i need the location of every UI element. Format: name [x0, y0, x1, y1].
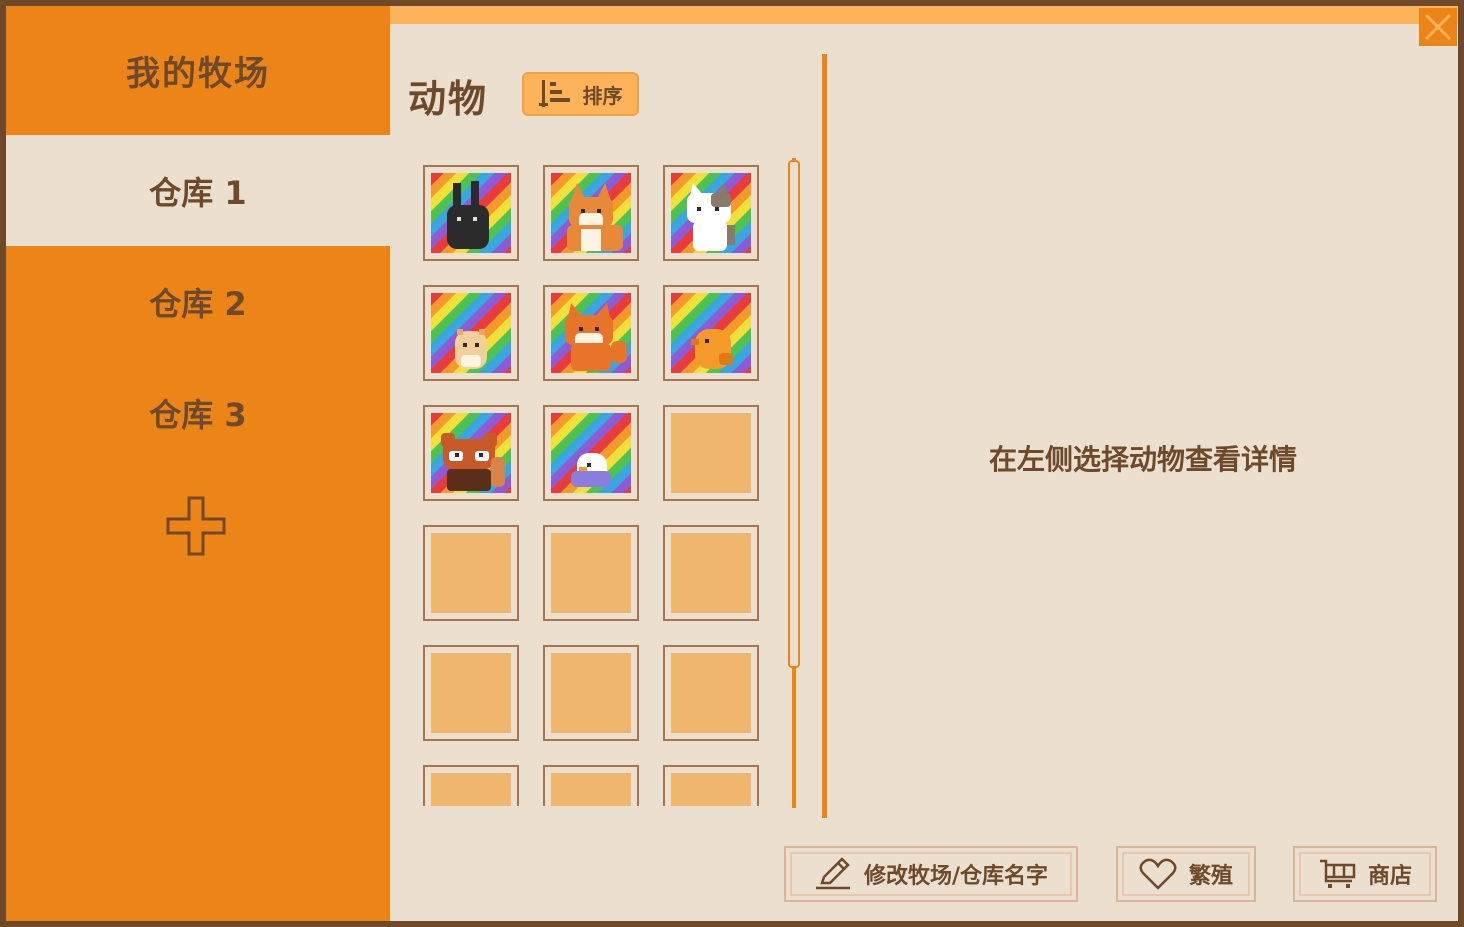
animal-grid [416, 158, 776, 806]
shop-button[interactable]: 商店 [1293, 846, 1437, 902]
calico-cat-sprite [687, 183, 735, 251]
animal-list-scrollbar[interactable] [788, 158, 800, 808]
farm-title: 我的牧场 [126, 54, 270, 94]
warehouse-tab-label: 仓库 3 [149, 395, 247, 434]
empty-slot[interactable] [663, 525, 759, 621]
warehouse-tab-label: 仓库 1 [149, 173, 247, 212]
fox-sprite [565, 303, 627, 371]
empty-slot[interactable] [663, 765, 759, 806]
red-panda-sprite [441, 433, 505, 491]
sort-label: 排序 [582, 83, 623, 108]
warehouse-tab-1[interactable]: 仓库 1 [6, 135, 390, 246]
empty-slot[interactable] [423, 525, 519, 621]
rename-button[interactable]: 修改牧场/仓库名字 [784, 846, 1078, 902]
empty-slot[interactable] [543, 765, 639, 806]
top-bar [390, 6, 1458, 24]
animal-slot[interactable] [543, 165, 639, 261]
rename-label: 修改牧场/仓库名字 [863, 864, 1049, 889]
empty-slot[interactable] [423, 645, 519, 741]
pencil-icon [815, 857, 850, 890]
scrollbar-thumb[interactable] [788, 160, 800, 668]
sort-bars-icon [538, 80, 570, 107]
animal-slot[interactable] [543, 405, 639, 501]
animal-slot[interactable] [423, 165, 519, 261]
animals-title: 动物 [408, 77, 489, 121]
empty-slot[interactable] [663, 405, 759, 501]
shop-label: 商店 [1367, 864, 1412, 889]
panel-divider [822, 54, 827, 818]
plus-icon [166, 496, 226, 556]
orange-chick-sprite [691, 329, 733, 369]
bluebird-sprite [571, 453, 611, 487]
animal-slot[interactable] [663, 165, 759, 261]
warehouse-sidebar: 我的牧场 仓库 1 仓库 2 仓库 3 [6, 6, 390, 921]
warehouse-tab-3[interactable]: 仓库 3 [6, 357, 390, 468]
breed-label: 繁殖 [1188, 864, 1233, 889]
heart-icon [1139, 858, 1177, 890]
animal-slot[interactable] [423, 285, 519, 381]
cart-icon [1319, 859, 1356, 888]
close-button[interactable] [1419, 8, 1457, 46]
sort-button[interactable]: 排序 [522, 72, 639, 116]
close-icon [1424, 13, 1452, 41]
warehouse-tab-label: 仓库 2 [149, 284, 247, 323]
empty-slot[interactable] [663, 645, 759, 741]
black-rabbit-sprite [447, 181, 489, 249]
breed-button[interactable]: 繁殖 [1116, 846, 1256, 902]
empty-slot[interactable] [543, 525, 639, 621]
ranch-window: 我的牧场 仓库 1 仓库 2 仓库 3 动物 排序 在左侧选择动物查看详情 修改… [6, 6, 1458, 921]
hamster-sprite [455, 329, 487, 369]
details-hint: 在左侧选择动物查看详情 [988, 443, 1297, 476]
corgi-sprite [567, 183, 623, 251]
animal-slot[interactable] [543, 285, 639, 381]
add-warehouse-button[interactable] [164, 494, 228, 558]
empty-slot[interactable] [543, 645, 639, 741]
warehouse-tab-2[interactable]: 仓库 2 [6, 246, 390, 357]
animal-slot[interactable] [663, 285, 759, 381]
empty-slot[interactable] [423, 765, 519, 806]
animal-slot[interactable] [423, 405, 519, 501]
